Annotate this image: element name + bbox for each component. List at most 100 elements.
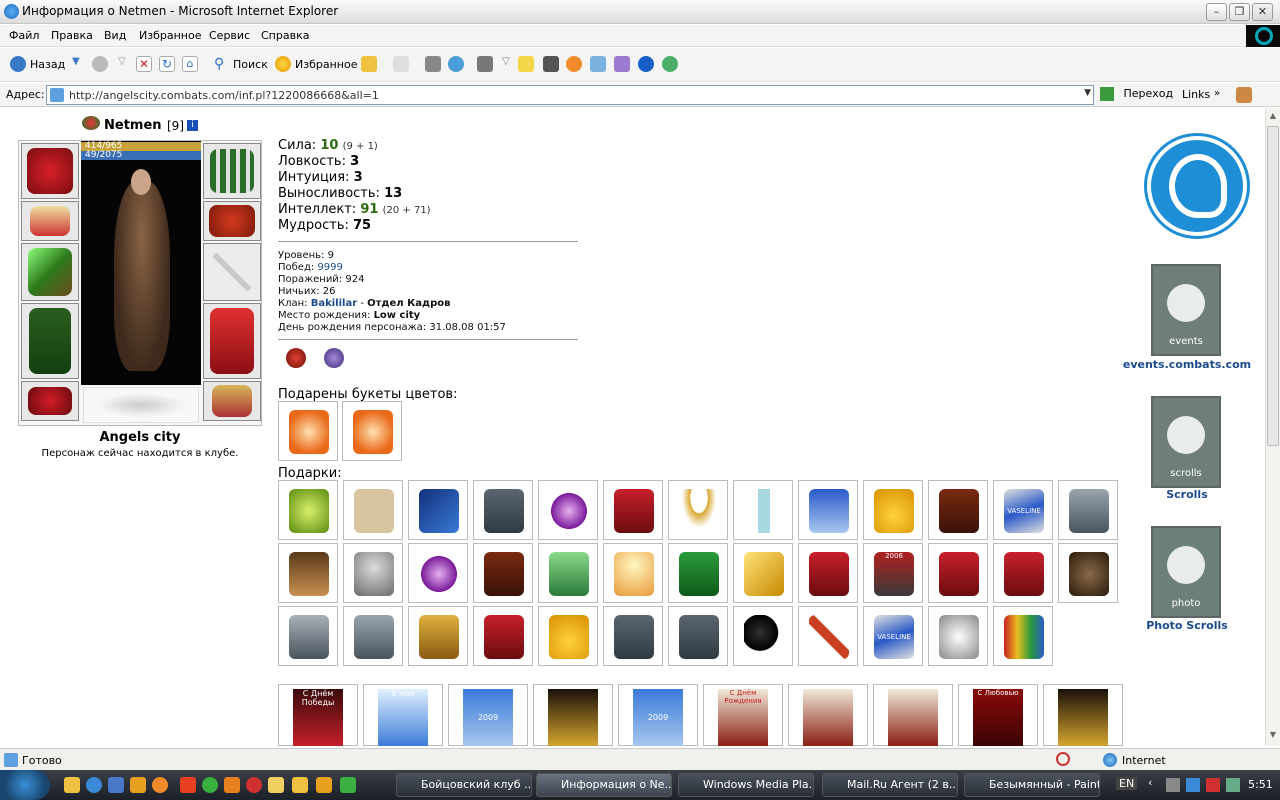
menu-favorites[interactable]: Избранное	[139, 29, 201, 42]
gift-item[interactable]	[1058, 480, 1118, 540]
scrolls-link[interactable]: Scrolls	[1120, 488, 1254, 501]
task-fight-club[interactable]: Бойцовский клуб ...	[396, 773, 532, 797]
forward-dropdown-icon[interactable]: ▽	[118, 56, 134, 72]
close-button[interactable]: ✕	[1252, 3, 1273, 21]
gift-item[interactable]	[928, 543, 988, 603]
gift-item[interactable]: 2006	[863, 543, 923, 603]
greeting-card[interactable]: 2009	[448, 684, 528, 746]
slot-armor[interactable]	[21, 303, 79, 379]
gift-item[interactable]	[863, 480, 923, 540]
note-icon[interactable]	[518, 56, 534, 72]
address-dropdown-icon[interactable]: ▼	[1084, 88, 1091, 98]
greeting-card[interactable]: С Любовью	[958, 684, 1038, 746]
favorites-button[interactable]: Избранное	[295, 56, 357, 74]
menu-edit[interactable]: Правка	[51, 29, 93, 42]
gift-item[interactable]	[408, 543, 468, 603]
gift-item[interactable]: VASELINE	[863, 606, 923, 666]
scroll-thumb[interactable]	[1267, 126, 1279, 446]
flower-bouquet[interactable]	[342, 401, 402, 461]
quicklaunch-notes-icon[interactable]	[268, 777, 284, 793]
extension-icon[interactable]	[1236, 87, 1252, 103]
tray-expand-icon[interactable]: ‹	[1148, 776, 1152, 789]
messenger-icon[interactable]	[448, 56, 464, 72]
tool-icon[interactable]	[477, 56, 493, 72]
gift-item[interactable]	[668, 543, 728, 603]
minimize-button[interactable]: –	[1206, 3, 1227, 21]
home-icon[interactable]: ⌂	[182, 56, 198, 72]
slot-offhand[interactable]	[203, 243, 261, 301]
greeting-card[interactable]: С Днём Рождения	[703, 684, 783, 746]
menu-file[interactable]: Файл	[9, 29, 39, 42]
bluetooth-icon[interactable]	[638, 56, 654, 72]
gift-item[interactable]	[278, 606, 338, 666]
menu-tools[interactable]: Сервис	[209, 29, 250, 42]
history-icon[interactable]	[361, 56, 377, 72]
search-button[interactable]: Поиск	[233, 56, 268, 74]
gift-item[interactable]	[668, 480, 728, 540]
links-button[interactable]: Links	[1182, 88, 1210, 101]
slot-bracers[interactable]	[21, 201, 79, 241]
quicklaunch-ie-icon[interactable]	[86, 777, 102, 793]
popup-blocked-icon[interactable]	[1056, 752, 1070, 766]
photo-scrolls-banner[interactable]: photo	[1151, 526, 1221, 618]
photo-scrolls-link[interactable]: Photo Scrolls	[1120, 619, 1254, 632]
tray-app-icon[interactable]	[1226, 778, 1240, 792]
gift-item[interactable]	[993, 606, 1053, 666]
greeting-card[interactable]: 9 мая	[363, 684, 443, 746]
scroll-up-icon[interactable]: ▲	[1268, 111, 1278, 123]
task-paint[interactable]: Безымянный - Paint	[964, 773, 1100, 797]
gift-item[interactable]	[1058, 543, 1118, 603]
go-button[interactable]: Переход	[1100, 87, 1173, 101]
gift-item[interactable]	[928, 606, 988, 666]
gift-item[interactable]	[928, 480, 988, 540]
gift-item[interactable]	[343, 480, 403, 540]
task-mail-agent[interactable]: Mail.Ru Агент (2 в...	[822, 773, 958, 797]
chat-icon[interactable]	[590, 56, 606, 72]
flower-bouquet[interactable]	[278, 401, 338, 461]
gift-item[interactable]	[408, 480, 468, 540]
menu-help[interactable]: Справка	[261, 29, 309, 42]
greeting-card[interactable]: С Днём Победы	[278, 684, 358, 746]
gift-item[interactable]: VASELINE	[993, 480, 1053, 540]
back-button[interactable]: Назад	[30, 56, 65, 74]
related-icon[interactable]	[662, 56, 678, 72]
quicklaunch-opera-icon[interactable]	[246, 777, 262, 793]
gift-item[interactable]	[733, 480, 793, 540]
info-icon[interactable]: i	[187, 120, 198, 131]
tray-network-icon[interactable]	[1166, 778, 1180, 792]
edit-icon[interactable]	[543, 56, 559, 72]
mail-at-icon[interactable]	[566, 56, 582, 72]
vertical-scrollbar[interactable]: ▲ ▼	[1265, 108, 1280, 746]
links-chevron-icon[interactable]: »	[1214, 88, 1220, 99]
clan-link[interactable]: Bakililar	[311, 298, 357, 309]
gift-item[interactable]	[798, 606, 858, 666]
search-icon[interactable]: ⚲	[214, 56, 230, 72]
slot-amulets[interactable]	[203, 143, 261, 199]
gift-item[interactable]	[473, 606, 533, 666]
gift-item[interactable]	[278, 480, 338, 540]
events-banner[interactable]: events	[1151, 264, 1221, 356]
gift-item[interactable]	[993, 543, 1053, 603]
forward-arrow-icon[interactable]	[92, 56, 108, 72]
greeting-card[interactable]: 2009	[618, 684, 698, 746]
greeting-card[interactable]	[788, 684, 868, 746]
medal-red-icon[interactable]	[286, 348, 306, 368]
greeting-card[interactable]	[533, 684, 613, 746]
slot-belt[interactable]	[21, 381, 79, 421]
greeting-card[interactable]	[873, 684, 953, 746]
quicklaunch-app-icon[interactable]	[130, 777, 146, 793]
gift-item[interactable]	[733, 543, 793, 603]
clock[interactable]: 5:51	[1248, 778, 1273, 791]
gift-item[interactable]	[408, 606, 468, 666]
gift-item[interactable]	[538, 543, 598, 603]
slot-helmet[interactable]	[21, 143, 79, 199]
menu-view[interactable]: Вид	[104, 29, 126, 42]
quicklaunch-app-icon[interactable]	[180, 777, 196, 793]
gift-item[interactable]	[538, 606, 598, 666]
quicklaunch-folder-icon[interactable]	[292, 777, 308, 793]
gift-item[interactable]	[473, 480, 533, 540]
research-icon[interactable]	[614, 56, 630, 72]
tray-app-icon[interactable]	[1186, 778, 1200, 792]
tray-antivirus-icon[interactable]	[1206, 778, 1220, 792]
address-input[interactable]: http://angelscity.combats.com/inf.pl?122…	[46, 85, 1094, 105]
